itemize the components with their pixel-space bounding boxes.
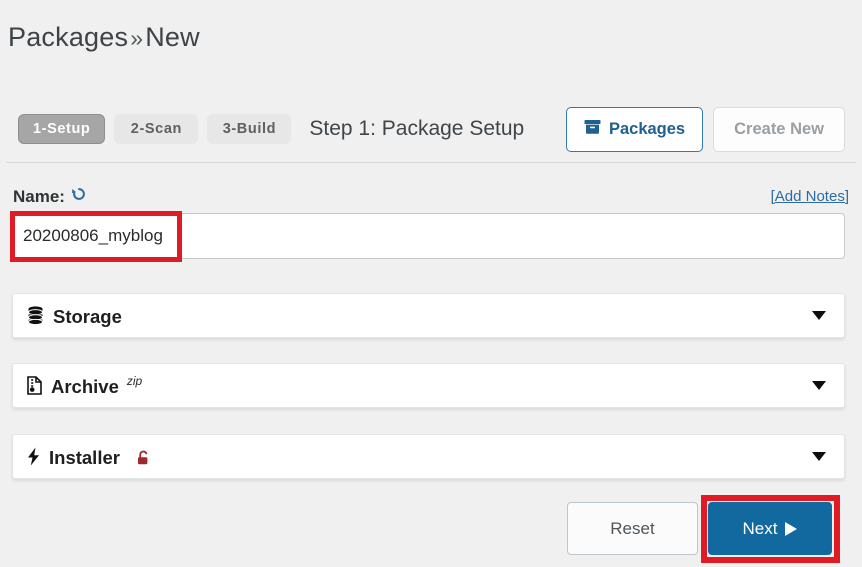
- unlocked-padlock-icon: [136, 450, 151, 466]
- lightning-bolt-icon: [27, 447, 40, 466]
- panel-installer-label: Installer: [49, 446, 120, 468]
- panel-archive-format: zip: [126, 373, 143, 388]
- page-title-sub: New: [145, 22, 200, 52]
- packages-button[interactable]: Packages: [565, 106, 704, 152]
- step-tab-setup[interactable]: 1-Setup: [18, 114, 106, 144]
- reset-button[interactable]: Reset: [567, 502, 698, 555]
- step-tab-build[interactable]: 3-Build: [207, 114, 292, 144]
- add-notes-link[interactable]: [Add Notes]: [771, 188, 849, 205]
- step-tab-group: 1-Setup 2-Scan 3-Build: [18, 114, 292, 144]
- step-tab-scan-label: 2-Scan: [130, 121, 182, 137]
- page-title: Packages»New: [8, 22, 200, 53]
- undo-refresh-icon[interactable]: [71, 186, 87, 207]
- page-title-main: Packages: [8, 22, 129, 52]
- next-button-label: Next: [742, 518, 778, 538]
- create-new-button-label: Create New: [734, 119, 824, 138]
- chevron-down-icon-storage[interactable]: [812, 311, 826, 320]
- header-divider: [6, 162, 856, 163]
- panel-archive-label: Archive: [51, 375, 119, 397]
- next-button[interactable]: Next: [708, 502, 832, 555]
- name-label: Name:: [13, 186, 65, 206]
- name-row: Name: [Add Notes]: [13, 186, 849, 208]
- panel-storage[interactable]: Storage: [12, 293, 845, 338]
- step-tab-scan[interactable]: 2-Scan: [114, 114, 199, 144]
- file-archive-icon: [27, 375, 42, 395]
- package-name-input[interactable]: [12, 213, 845, 259]
- panel-archive[interactable]: Archive zip: [12, 363, 845, 408]
- reset-button-label: Reset: [610, 518, 655, 538]
- page-title-separator: »: [130, 25, 144, 51]
- chevron-down-icon-installer[interactable]: [812, 452, 826, 461]
- chevron-down-icon-archive[interactable]: [812, 381, 826, 390]
- panel-archive-title: Archive zip: [27, 374, 142, 398]
- step-tab-setup-label: 1-Setup: [33, 121, 91, 137]
- name-label-group: Name:: [13, 186, 87, 207]
- panel-storage-title: Storage: [27, 304, 122, 328]
- step-tab-build-label: 3-Build: [222, 121, 277, 137]
- play-triangle-icon: [785, 521, 798, 536]
- panel-installer[interactable]: Installer: [12, 434, 845, 479]
- create-new-button[interactable]: Create New: [713, 106, 845, 152]
- panel-storage-label: Storage: [53, 305, 122, 327]
- packages-button-label: Packages: [608, 119, 686, 138]
- step-title: Step 1: Package Setup: [309, 117, 525, 140]
- panel-installer-title: Installer: [27, 445, 151, 469]
- database-icon: [27, 305, 44, 325]
- archive-box-icon: [584, 119, 601, 140]
- header-actions: Packages Create New: [565, 100, 845, 158]
